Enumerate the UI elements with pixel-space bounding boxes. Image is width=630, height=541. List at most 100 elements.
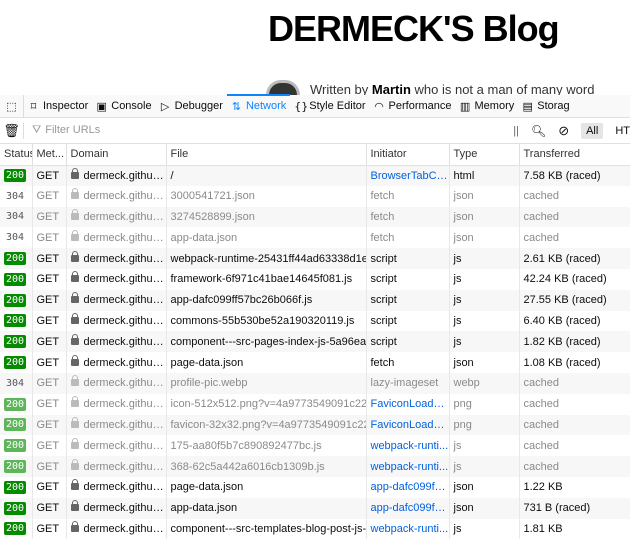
initiator-cell[interactable]: FaviconLoader.j... <box>366 414 450 436</box>
table-row[interactable]: 200 GET dermeck.github.... commons-55b530be… <box>0 310 630 332</box>
lock-icon <box>70 292 79 304</box>
lock-icon <box>70 271 79 283</box>
table-row[interactable]: 304 GET dermeck.github.... 3274528899.json f… <box>0 206 630 228</box>
domain-text: dermeck.github.... <box>83 294 166 307</box>
block-icon[interactable]: ⊘ <box>558 123 569 139</box>
table-row[interactable]: 200 GET dermeck.github.... icon-512x512.png… <box>0 393 630 415</box>
file-cell: webpack-runtime-25431ff44ad63338d1ea.js <box>166 248 367 269</box>
table-row[interactable]: 200 GET dermeck.github.... page-data.json ap… <box>0 476 630 498</box>
file-cell: app-data.json <box>166 497 367 519</box>
filter-html-button[interactable]: HT <box>615 125 630 137</box>
status-badge: 304 <box>6 211 25 223</box>
tab-inspector[interactable]: ⌑ Inspector <box>24 95 92 118</box>
tab-debugger[interactable]: ▷ Debugger <box>156 95 227 118</box>
table-row[interactable]: 200 GET dermeck.github.... app-dafc099ff57b… <box>0 289 630 311</box>
lock-icon <box>70 375 79 387</box>
type-cell: json <box>449 227 520 249</box>
table-row[interactable]: 200 GET dermeck.github.... favicon-32x32.pn… <box>0 414 630 436</box>
type-cell: js <box>449 456 520 477</box>
table-row[interactable]: 200 GET dermeck.github.... webpack-runtime-… <box>0 248 630 269</box>
file-cell: / <box>166 165 367 186</box>
initiator-cell[interactable]: webpack-runti... <box>366 456 450 477</box>
tab-console[interactable]: ▣ Console <box>92 95 155 118</box>
type-cell: png <box>449 393 520 415</box>
file-cell: 3000541721.json <box>166 185 367 207</box>
column-header[interactable]: File <box>166 144 367 166</box>
status-cell: 304 <box>0 206 33 228</box>
status-badge: 304 <box>6 190 25 202</box>
domain-text: dermeck.github.... <box>83 190 166 203</box>
type-cell: js <box>449 310 520 332</box>
status-badge: 200 <box>4 522 27 536</box>
pause-button[interactable]: || <box>513 125 519 137</box>
table-row[interactable]: 200 GET dermeck.github.... page-data.json fe… <box>0 352 630 373</box>
tab-memory[interactable]: ▥ Memory <box>456 95 519 118</box>
type-cell: html <box>449 165 520 186</box>
table-row[interactable]: 200 GET dermeck.github.... app-data.json app… <box>0 497 630 519</box>
lock-icon <box>70 416 79 428</box>
domain-text: dermeck.github.... <box>83 210 166 223</box>
table-row[interactable]: 200 GET dermeck.github.... component---src-… <box>0 331 630 353</box>
method-cell: GET <box>32 456 67 477</box>
transferred-cell: cached <box>519 372 630 394</box>
status-cell: 200 <box>0 518 33 540</box>
status-badge: 200 <box>4 272 27 286</box>
table-row[interactable]: 200 GET dermeck.github.... 368-62c5a442a601… <box>0 456 630 477</box>
filter-urls-input[interactable]: ⛛ Filter URLs <box>32 124 100 137</box>
file-cell: icon-512x512.png?v=4a9773549091c227cd2eb… <box>166 393 367 415</box>
status-cell: 200 <box>0 435 33 457</box>
domain-cell: dermeck.github.... <box>66 352 167 373</box>
table-row[interactable]: 200 GET dermeck.github.... 175-aa80f5b7c890… <box>0 435 630 457</box>
column-header[interactable]: Status <box>0 144 33 166</box>
status-cell: 200 <box>0 497 33 519</box>
column-header[interactable]: Initiator <box>366 144 450 166</box>
type-cell: png <box>449 414 520 436</box>
tab-style-editor[interactable]: {} Style Editor <box>290 95 369 118</box>
domain-cell: dermeck.github.... <box>66 435 167 457</box>
initiator-cell[interactable]: FaviconLoader.j... <box>366 393 450 415</box>
tab-performance[interactable]: ◠ Performance <box>370 95 456 118</box>
initiator-cell[interactable]: app-dafc099ff5... <box>366 497 450 519</box>
lock-icon <box>70 188 79 200</box>
status-cell: 200 <box>0 165 33 186</box>
status-cell: 200 <box>0 393 33 415</box>
domain-cell: dermeck.github.... <box>66 206 167 228</box>
initiator-cell[interactable]: BrowserTabChil... <box>366 165 450 186</box>
file-cell: page-data.json <box>166 476 367 498</box>
table-row[interactable]: 200 GET dermeck.github.... component---src-… <box>0 518 630 540</box>
tab-label: Debugger <box>174 100 223 112</box>
tab-network[interactable]: ⇅ Network <box>226 93 291 118</box>
status-badge: 200 <box>4 252 27 266</box>
table-row[interactable]: 200 GET dermeck.github.... framework-6f971c… <box>0 268 630 290</box>
transferred-cell: 7.58 KB (raced) <box>519 165 630 186</box>
method-cell: GET <box>32 435 67 457</box>
search-icon[interactable]: 🔍︎ <box>531 124 546 138</box>
table-row[interactable]: 304 GET dermeck.github.... app-data.json fet… <box>0 227 630 249</box>
clear-button[interactable]: 🗑 <box>0 122 24 139</box>
domain-text: dermeck.github.... <box>83 502 166 515</box>
column-header[interactable]: Domain <box>66 144 167 166</box>
column-header[interactable]: Met... <box>32 144 67 166</box>
domain-text: dermeck.github.... <box>83 314 166 327</box>
method-cell: GET <box>32 476 67 498</box>
method-cell: GET <box>32 165 67 186</box>
column-header[interactable]: Type <box>449 144 520 166</box>
filter-all-button[interactable]: All <box>581 123 604 139</box>
column-header[interactable]: Transferred <box>519 144 630 166</box>
initiator-cell[interactable]: webpack-runti... <box>366 435 450 457</box>
initiator-cell[interactable]: webpack-runti... <box>366 518 450 540</box>
table-row[interactable]: 200 GET dermeck.github.... / BrowserTabChil.… <box>0 165 630 186</box>
table-row[interactable]: 304 GET dermeck.github.... profile-pic.webp… <box>0 372 630 394</box>
status-badge: 200 <box>4 439 27 453</box>
table-row[interactable]: 304 GET dermeck.github.... 3000541721.json f… <box>0 185 630 207</box>
method-cell: GET <box>32 352 67 373</box>
tab-storag[interactable]: ▤ Storag <box>518 95 573 118</box>
element-picker-button[interactable]: ⬚ <box>0 94 24 118</box>
tab-label: Console <box>111 100 152 112</box>
status-badge: 200 <box>4 335 27 349</box>
initiator-cell[interactable]: app-dafc099ff5... <box>366 476 450 498</box>
lock-icon <box>70 396 79 408</box>
domain-cell: dermeck.github.... <box>66 227 167 249</box>
transferred-cell: cached <box>519 456 630 477</box>
blog-title: DERMECK'S Blog <box>268 8 560 49</box>
